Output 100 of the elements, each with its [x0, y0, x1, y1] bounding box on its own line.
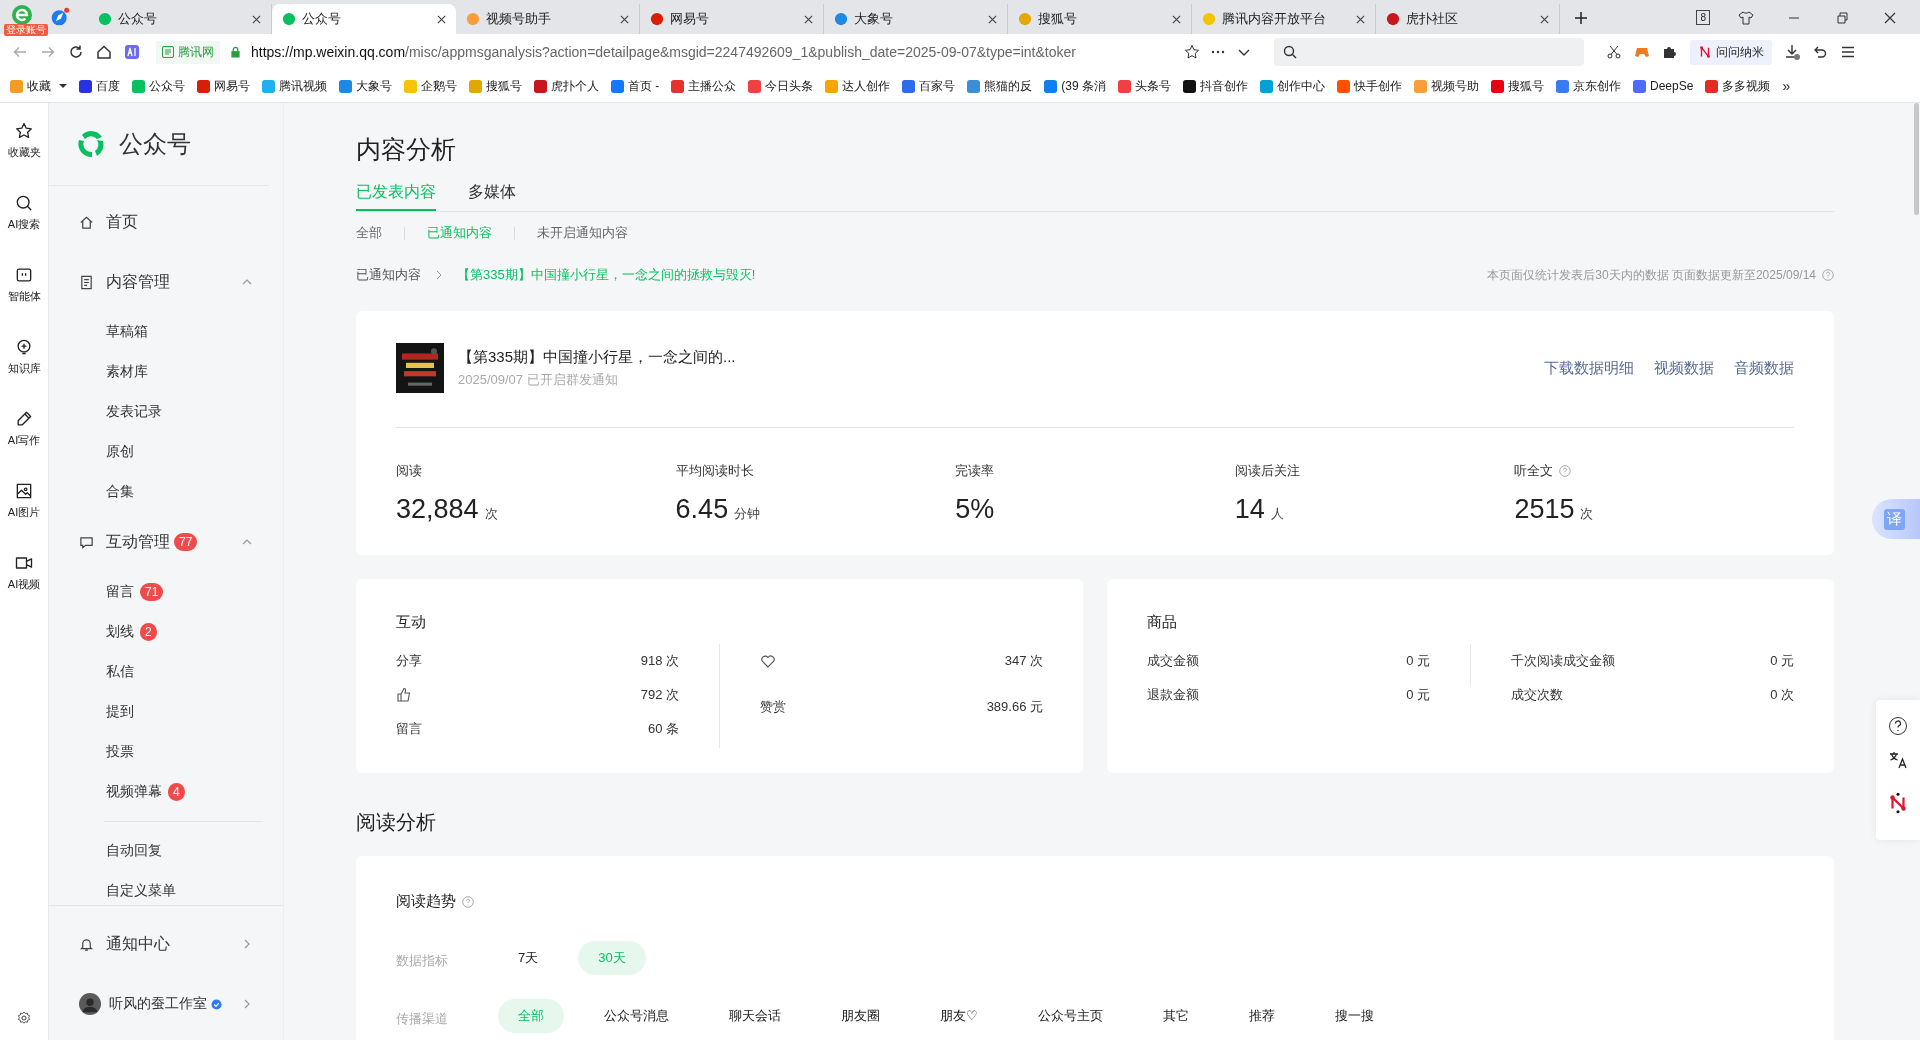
bookmark[interactable]: 虎扑个人: [534, 77, 599, 95]
bookmark[interactable]: 京东创作: [1556, 77, 1622, 95]
extension-button[interactable]: 问问纳米: [1690, 39, 1772, 65]
bookmark[interactable]: 百度: [79, 77, 120, 95]
nav-item[interactable]: 草稿箱: [49, 312, 283, 352]
notification-item[interactable]: 通知中心: [49, 914, 283, 974]
bookmark[interactable]: 视频号助: [1414, 77, 1480, 95]
bookmark[interactable]: 搜狐号: [469, 77, 522, 95]
article-title[interactable]: 【第335期】中国撞小行星，一念之间的...: [458, 347, 736, 367]
undo-icon[interactable]: [1812, 44, 1828, 60]
rail-item[interactable]: AI搜索: [7, 193, 41, 265]
rail-item[interactable]: 收藏夹: [7, 121, 41, 193]
browser-tab[interactable]: 公众号: [272, 4, 456, 34]
shirt-icon[interactable]: [1738, 10, 1754, 26]
translate-icon[interactable]: [1888, 750, 1908, 770]
filter-tab[interactable]: 全部: [356, 224, 382, 242]
bookmark[interactable]: 企鹅号: [404, 77, 457, 95]
star-icon[interactable]: [1184, 44, 1200, 60]
close-icon[interactable]: [1882, 10, 1898, 26]
e-logo-icon[interactable]: [10, 3, 34, 27]
bookmark[interactable]: 大象号: [339, 77, 392, 95]
restore-icon[interactable]: [1834, 10, 1850, 26]
caret-icon[interactable]: [59, 82, 67, 90]
tab[interactable]: 多媒体: [468, 182, 516, 211]
channel-option[interactable]: 搜一搜: [1314, 999, 1394, 1033]
rail-item[interactable]: AI写作: [7, 409, 41, 481]
bookmark[interactable]: 搜狐号: [1491, 77, 1545, 95]
bookmark[interactable]: 收藏: [10, 77, 67, 95]
bookmark[interactable]: 抖音创作: [1183, 77, 1249, 95]
nav-item[interactable]: 合集: [49, 472, 283, 512]
nav-item[interactable]: 素材库: [49, 352, 283, 392]
channel-option[interactable]: 公众号主页: [1017, 999, 1123, 1033]
nav-item[interactable]: 互动管理 77: [49, 512, 283, 572]
close-icon[interactable]: [988, 14, 997, 24]
puzzle-icon[interactable]: [1662, 44, 1678, 60]
nav-item[interactable]: 首页: [49, 192, 283, 252]
close-icon[interactable]: [804, 14, 813, 24]
bookmark[interactable]: (39 条消: [1044, 77, 1107, 95]
account-item[interactable]: 听风的蚕工作室: [49, 974, 283, 1034]
new-tab-icon[interactable]: [1574, 11, 1588, 25]
rail-item[interactable]: AI视频: [7, 553, 41, 625]
bookmark[interactable]: 创作中心: [1260, 77, 1326, 95]
bookmark[interactable]: 多多视频: [1705, 77, 1771, 95]
bookmark[interactable]: 首页 -: [611, 77, 660, 95]
nav-item[interactable]: 原创: [49, 432, 283, 472]
bookmark[interactable]: 百家号: [902, 77, 956, 95]
close-icon[interactable]: [1356, 14, 1365, 24]
bookmark[interactable]: 熊猫的反: [967, 77, 1033, 95]
nav-item[interactable]: 留言 71: [49, 572, 283, 612]
data-link[interactable]: 下载数据明细: [1544, 358, 1634, 378]
bookmark[interactable]: 头条号: [1118, 77, 1172, 95]
ai-icon[interactable]: [124, 44, 140, 60]
search-field[interactable]: [1274, 38, 1584, 66]
more-bookmarks-button[interactable]: »: [1782, 78, 1791, 94]
nav-item[interactable]: 自定义菜单: [49, 871, 283, 905]
rail-item[interactable]: 智能体: [7, 265, 41, 337]
breadcrumb-link[interactable]: 已通知内容: [356, 266, 421, 284]
bookmark[interactable]: 腾讯视频: [262, 77, 327, 95]
bookmark[interactable]: 主播公众: [671, 77, 737, 95]
address-field[interactable]: 腾讯网 https://mp.weixin.qq.com/misc/appmsganalysis?action=detailpage&msgid=2247492609_1&publish_date=2025-09-07&type=int&toker: [152, 38, 1262, 66]
bookmark[interactable]: 今日头条: [748, 77, 814, 95]
close-icon[interactable]: [1540, 14, 1549, 24]
bookmark[interactable]: 快手创作: [1337, 77, 1403, 95]
network-icon[interactable]: [1887, 792, 1909, 814]
nav-item[interactable]: 内容管理: [49, 252, 283, 312]
range-option[interactable]: 7天: [498, 941, 559, 975]
close-icon[interactable]: [620, 14, 629, 24]
help-icon[interactable]: [1888, 716, 1908, 736]
close-icon[interactable]: [252, 14, 261, 24]
channel-option[interactable]: 朋友圈: [821, 999, 900, 1033]
scissors-icon[interactable]: [1606, 44, 1622, 60]
nav-item[interactable]: 发表记录: [49, 392, 283, 432]
channel-option[interactable]: 聊天会话: [709, 999, 801, 1033]
nav-item[interactable]: 私信: [49, 652, 283, 692]
rail-item[interactable]: AI图片: [7, 481, 41, 553]
tab-count[interactable]: 8: [1696, 10, 1710, 25]
data-link[interactable]: 音频数据: [1734, 358, 1794, 378]
bookmark[interactable]: 达人创作: [825, 77, 891, 95]
channel-option[interactable]: 其它: [1142, 999, 1209, 1033]
download-icon[interactable]: [1784, 44, 1800, 60]
filter-tab[interactable]: 未开启通知内容: [537, 224, 628, 242]
nav-item[interactable]: 提到: [49, 692, 283, 732]
channel-option[interactable]: 推荐: [1228, 999, 1295, 1033]
home-icon[interactable]: [96, 44, 112, 60]
data-link[interactable]: 视频数据: [1654, 358, 1714, 378]
menu-icon[interactable]: [1840, 44, 1856, 60]
bookmark[interactable]: 网易号: [197, 77, 250, 95]
settings-icon[interactable]: [16, 1010, 32, 1026]
close-icon[interactable]: [1172, 14, 1181, 24]
close-icon[interactable]: [437, 14, 446, 24]
compass-icon[interactable]: [50, 7, 70, 27]
nav-item[interactable]: 划线 2: [49, 612, 283, 652]
channel-option[interactable]: 朋友♡: [920, 999, 998, 1033]
nav-item[interactable]: 自动回复: [49, 831, 283, 871]
rail-item[interactable]: 知识库: [7, 337, 41, 409]
channel-option[interactable]: 公众号消息: [584, 999, 689, 1033]
bookmark[interactable]: DeepSe: [1633, 79, 1694, 93]
nav-item[interactable]: 视频弹幕 4: [49, 772, 283, 812]
reload-icon[interactable]: [68, 44, 84, 60]
bookmark[interactable]: 公众号: [132, 77, 185, 95]
